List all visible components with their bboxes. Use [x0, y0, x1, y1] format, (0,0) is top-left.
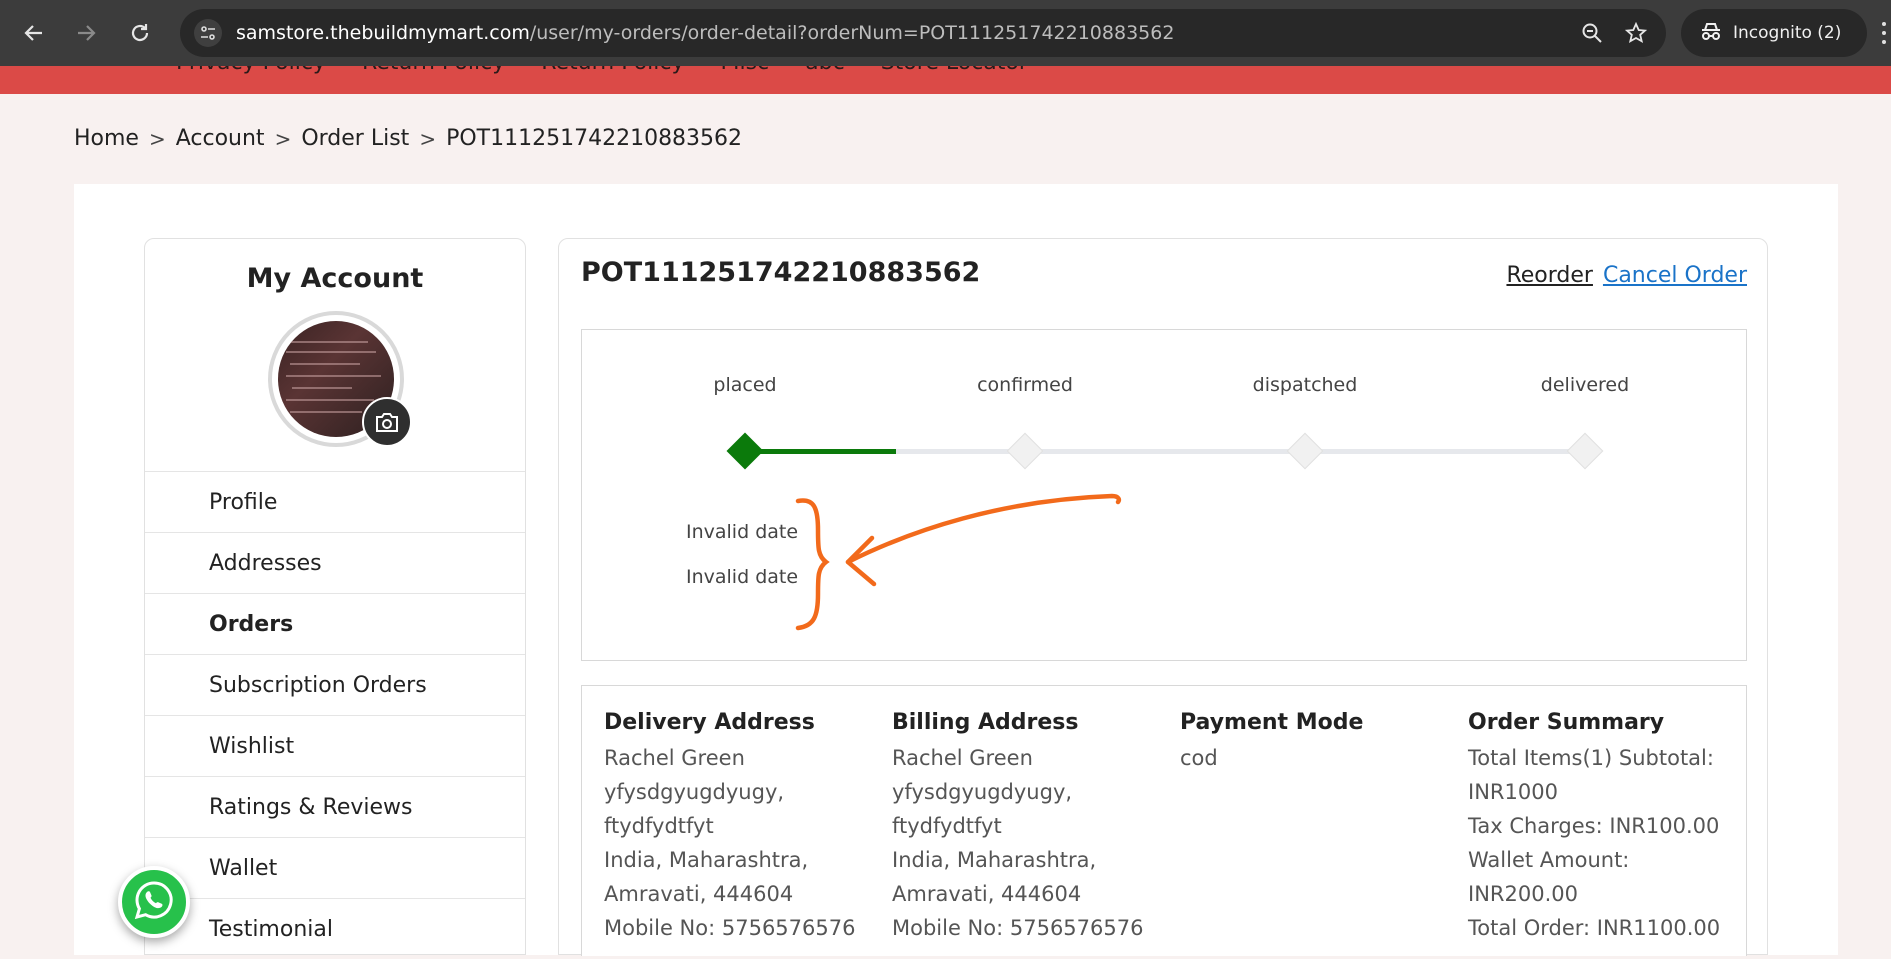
order-summary-line: Total Order: INR1100.00 [1468, 916, 1721, 940]
nav-link[interactable]: Return Policy [541, 66, 684, 75]
delivery-address-line: Rachel Green [604, 746, 745, 770]
billing-address-line: yfysdgyugdyugy, [892, 780, 1073, 804]
reload-icon[interactable] [124, 17, 156, 49]
billing-address: Billing Address Rachel Green yfysdgyugdy… [892, 710, 1162, 945]
nav-link[interactable]: Store Locator [881, 66, 1028, 75]
incognito-icon [1699, 21, 1723, 46]
billing-address-line: India, Maharashtra, [892, 848, 1097, 872]
billing-address-line: Rachel Green [892, 746, 1033, 770]
delivery-address-heading: Delivery Address [604, 710, 815, 735]
breadcrumb-order-list[interactable]: Order List [301, 126, 409, 151]
site-info-icon[interactable] [194, 19, 222, 47]
order-detail-card: POT111251742210883562 Reorder Cancel Ord… [558, 238, 1768, 956]
account-sidebar: My Account Profile Addresses Orders Subs… [144, 238, 526, 955]
avatar [268, 311, 412, 447]
sidebar-item-subscription-orders[interactable]: Subscription Orders [145, 654, 525, 715]
order-summary-line: INR1000 [1468, 780, 1558, 804]
zoom-icon[interactable] [1580, 21, 1604, 45]
back-icon[interactable] [18, 17, 50, 49]
order-number: POT111251742210883562 [581, 257, 981, 288]
order-info-box: Delivery Address Rachel Green yfysdgyugd… [581, 685, 1747, 956]
sidebar-menu: Profile Addresses Orders Subscription Or… [145, 471, 525, 959]
incognito-label: Incognito (2) [1733, 23, 1842, 43]
step-date: Invalid date [686, 521, 799, 543]
delivery-address-line: ftydfydtfyt [604, 814, 714, 838]
delivery-address-line: Mobile No: 5756576576 [604, 916, 856, 940]
billing-address-line: ftydfydtfyt [892, 814, 1002, 838]
delivery-address-line: yfysdgyugdyugy, [604, 780, 785, 804]
menu-icon[interactable] [1877, 17, 1891, 49]
order-summary-line: Total Items(1) Subtotal: [1468, 746, 1714, 770]
breadcrumb-account[interactable]: Account [176, 126, 265, 151]
step-label-dispatched: dispatched [1252, 374, 1358, 396]
payment-mode: Payment Mode cod [1180, 710, 1450, 775]
step-marker-placed [726, 432, 764, 470]
sidebar-item-wallet[interactable]: Wallet [145, 837, 525, 898]
url-host: samstore.thebuildmymart.com [236, 22, 530, 44]
sidebar-item-addresses[interactable]: Addresses [145, 532, 525, 593]
whatsapp-icon [133, 879, 175, 925]
order-actions: Reorder Cancel Order [1506, 263, 1747, 288]
url-path: /user/my-orders/order-detail?orderNum=PO… [529, 22, 1175, 44]
order-summary-line: Tax Charges: INR100.00 [1468, 814, 1720, 838]
delivery-address-line: Amravati, 444604 [604, 882, 794, 906]
whatsapp-chat-button[interactable] [118, 866, 190, 938]
camera-icon[interactable] [362, 397, 412, 447]
payment-mode-heading: Payment Mode [1180, 710, 1364, 735]
progress-fill [745, 449, 897, 454]
sidebar-item-wishlist[interactable]: Wishlist [145, 715, 525, 776]
step-marker-delivered [1566, 432, 1604, 470]
billing-address-line: Mobile No: 5756576576 [892, 916, 1144, 940]
breadcrumb-current: POT111251742210883562 [446, 126, 743, 151]
billing-address-line: Amravati, 444604 [892, 882, 1082, 906]
nav-link[interactable]: abc [805, 66, 845, 75]
step-label-delivered: delivered [1540, 374, 1630, 396]
step-label-confirmed: confirmed [977, 374, 1073, 396]
breadcrumb: Home > Account > Order List > POT1112517… [74, 126, 742, 151]
sidebar-item-testimonial[interactable]: Testimonial [145, 898, 525, 959]
breadcrumb-separator: > [148, 126, 166, 151]
step-label-placed: placed [713, 374, 777, 396]
sidebar-item-orders[interactable]: Orders [145, 593, 525, 654]
delivery-address: Delivery Address Rachel Green yfysdgyugd… [604, 710, 874, 945]
breadcrumb-home[interactable]: Home [74, 126, 139, 151]
browser-toolbar: samstore.thebuildmymart.com/user/my-orde… [0, 0, 1891, 66]
order-summary-heading: Order Summary [1468, 710, 1665, 735]
step-marker-dispatched [1286, 432, 1324, 470]
url-text: samstore.thebuildmymart.com/user/my-orde… [236, 9, 1174, 57]
nav-link[interactable]: Privacy Policy [176, 66, 326, 75]
order-summary-line: INR200.00 [1468, 882, 1578, 906]
nav-link[interactable]: Return Policy [362, 66, 505, 75]
delivery-address-line: India, Maharashtra, [604, 848, 809, 872]
cancel-order-link[interactable]: Cancel Order [1603, 263, 1747, 288]
breadcrumb-separator: > [419, 126, 437, 151]
payment-mode-value: cod [1180, 746, 1218, 770]
sidebar-item-profile[interactable]: Profile [145, 471, 525, 532]
sidebar-item-ratings-reviews[interactable]: Ratings & Reviews [145, 776, 525, 837]
order-summary: Order Summary Total Items(1) Subtotal: I… [1468, 710, 1738, 945]
incognito-badge[interactable]: Incognito (2) [1681, 9, 1867, 57]
breadcrumb-separator: > [274, 126, 292, 151]
nav-link[interactable]: Misc [721, 66, 770, 75]
bookmark-star-icon[interactable] [1624, 21, 1648, 45]
order-status-tracker: placed confirmed dispatched delivered In… [581, 329, 1747, 661]
forward-icon[interactable] [70, 17, 102, 49]
address-bar[interactable]: samstore.thebuildmymart.com/user/my-orde… [180, 9, 1666, 57]
step-date: Invalid date [686, 566, 799, 588]
billing-address-heading: Billing Address [892, 710, 1079, 735]
step-marker-confirmed [1006, 432, 1044, 470]
order-summary-line: Wallet Amount: [1468, 848, 1630, 872]
reorder-link[interactable]: Reorder [1506, 263, 1593, 288]
site-nav: Privacy Policy Return Policy Return Poli… [0, 66, 1891, 94]
sidebar-title: My Account [246, 263, 424, 294]
